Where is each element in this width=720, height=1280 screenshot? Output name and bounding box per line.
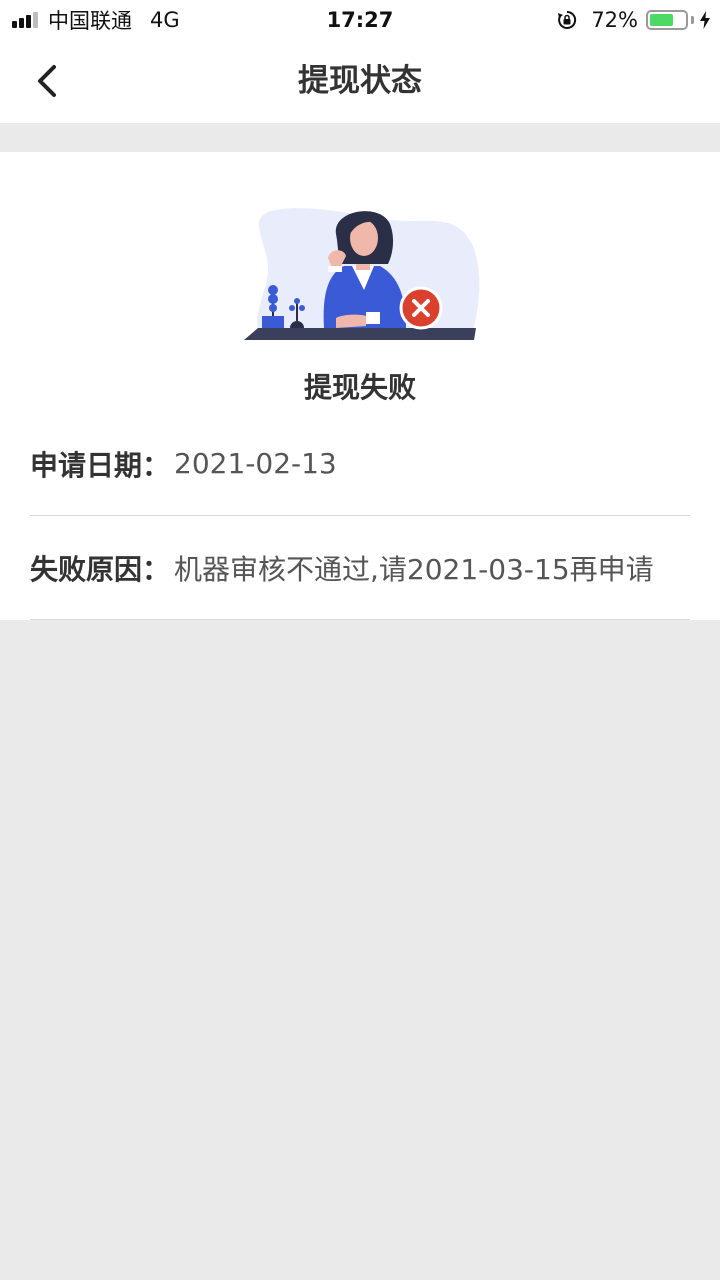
charging-bolt-icon xyxy=(700,11,710,29)
failure-reason-value: 机器审核不通过,请2021-03-15再申请 xyxy=(174,552,654,586)
apply-date-label: 申请日期： xyxy=(30,448,171,482)
rotation-lock-icon xyxy=(558,10,577,29)
status-right: 72% xyxy=(557,6,710,34)
failure-reason-row: 失败原因： 机器审核不通过,请2021-03-15再申请 xyxy=(30,516,690,620)
page-title: 提现状态 xyxy=(298,63,422,99)
nav-bar: 提现状态 xyxy=(0,40,720,123)
status-card: 提现失败 申请日期： 2021-02-13 失败原因： 机器审核不通过,请202… xyxy=(0,152,720,620)
result-title: 提现失败 xyxy=(303,371,416,404)
apply-date-row: 申请日期： 2021-02-13 xyxy=(30,412,690,516)
failure-reason-label: 失败原因： xyxy=(30,552,171,586)
battery-icon xyxy=(646,10,688,30)
battery-tip xyxy=(691,16,694,24)
failure-illustration xyxy=(244,208,480,340)
battery-fill xyxy=(650,14,674,26)
status-bar: 中国联通 4G 17:27 72% xyxy=(0,0,720,40)
apply-date-value: 2021-02-13 xyxy=(174,447,337,480)
battery-percent: 72% xyxy=(591,8,638,32)
